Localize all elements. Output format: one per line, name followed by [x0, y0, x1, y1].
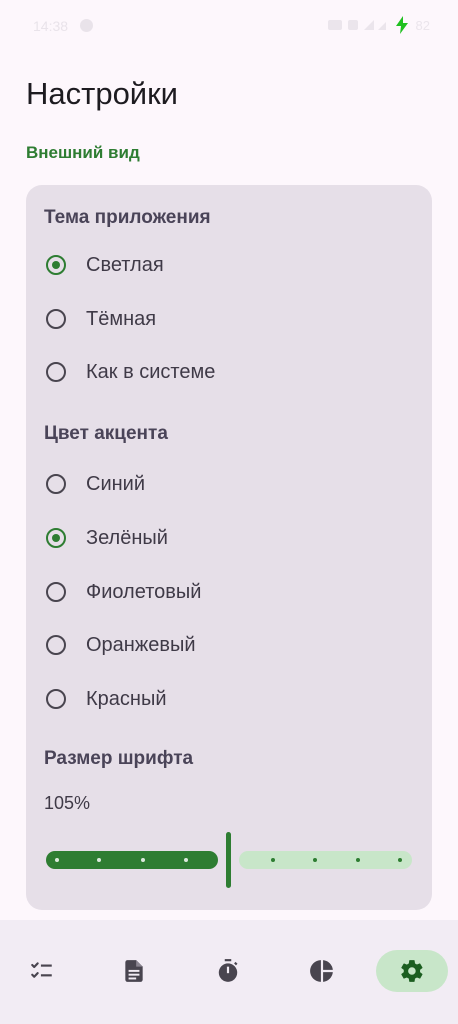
radio-button[interactable]: [46, 689, 66, 709]
nav-item-statistics[interactable]: [286, 950, 358, 992]
radio-button[interactable]: [46, 309, 66, 329]
pie-chart-icon: [310, 960, 333, 982]
accent-option-orange[interactable]: Оранжевый: [44, 625, 196, 665]
accent-option-green[interactable]: Зелёный: [44, 518, 168, 558]
nav-item-settings[interactable]: [376, 950, 448, 992]
slider-handle[interactable]: [226, 832, 231, 888]
charging-icon: [395, 16, 408, 34]
nav-item-notes[interactable]: [98, 950, 170, 992]
appearance-card: Тема приложения Светлая Тёмная Как в сис…: [26, 185, 432, 910]
slider-tick: [356, 858, 360, 862]
radio-label: Красный: [86, 687, 167, 710]
radio-label: Синий: [86, 472, 146, 495]
radio-button[interactable]: [46, 582, 66, 602]
timer-icon: [218, 959, 238, 982]
accent-option-blue[interactable]: Синий: [44, 464, 145, 504]
theme-option-dark[interactable]: Тёмная: [44, 299, 156, 339]
radio-button[interactable]: [46, 528, 66, 548]
slider-tick: [141, 858, 145, 862]
theme-group-title: Тема приложения: [44, 207, 211, 228]
font-size-value: 105%: [44, 793, 91, 813]
slider-tick: [184, 858, 188, 862]
status-time: 14:38: [33, 18, 69, 34]
bottom-navigation: [0, 920, 458, 1024]
slider-tick: [313, 858, 317, 862]
status-icons: 82: [327, 16, 430, 34]
slider-active-track: [46, 851, 218, 869]
radio-button[interactable]: [46, 362, 66, 382]
font-size-slider[interactable]: [46, 830, 412, 890]
nav-item-tasks[interactable]: [6, 950, 78, 992]
gear-icon: [401, 960, 423, 982]
page-title: Настройки: [26, 76, 179, 111]
nav-item-timer[interactable]: [192, 950, 264, 992]
slider-tick: [271, 858, 275, 862]
radio-label: Зелёный: [86, 526, 168, 549]
radio-button[interactable]: [46, 255, 66, 275]
theme-option-system[interactable]: Как в системе: [44, 352, 215, 392]
signal-icon: [327, 20, 386, 30]
radio-label: Как в системе: [86, 360, 216, 383]
radio-label: Тёмная: [86, 307, 157, 330]
accent-option-red[interactable]: Красный: [44, 679, 167, 719]
font-size-title: Размер шрифта: [44, 748, 194, 769]
section-title-appearance: Внешний вид: [26, 143, 140, 162]
document-icon: [125, 960, 143, 982]
radio-button[interactable]: [46, 474, 66, 494]
slider-tick: [55, 858, 59, 862]
slider-tick: [398, 858, 402, 862]
accent-option-purple[interactable]: Фиолетовый: [44, 572, 201, 612]
slider-tick: [97, 858, 101, 862]
notification-icon: [80, 19, 93, 32]
radio-label: Оранжевый: [86, 633, 196, 656]
radio-label: Фиолетовый: [86, 580, 202, 603]
battery-level: 82: [415, 17, 430, 33]
slider-inactive-track: [239, 851, 412, 869]
theme-option-light[interactable]: Светлая: [44, 245, 164, 285]
checklist-icon: [31, 962, 52, 978]
radio-button[interactable]: [46, 635, 66, 655]
radio-label: Светлая: [86, 253, 164, 276]
accent-group-title: Цвет акцента: [44, 423, 168, 444]
status-bar: 14:38 82: [0, 0, 458, 52]
